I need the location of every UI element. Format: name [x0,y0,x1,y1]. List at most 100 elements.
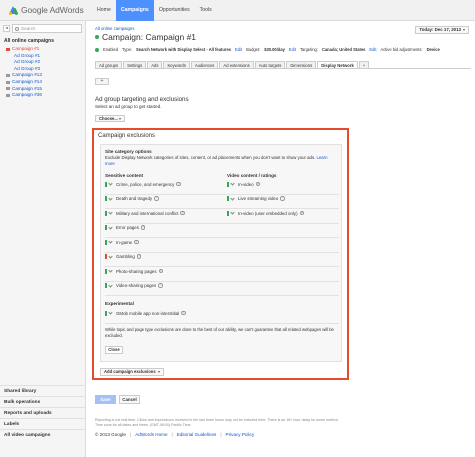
tab-keywords[interactable]: Keywords [163,61,190,68]
exclusion-option[interactable]: Error pages? [105,224,146,231]
tab-ad-extensions[interactable]: Ad extensions [219,61,254,68]
exclusion-option[interactable]: Military and international conflict? [105,210,185,216]
tab-settings[interactable]: Settings [123,61,147,68]
exclusion-option[interactable]: Crime, police, and emergency? [105,181,181,187]
tab-dimensions[interactable]: Dimensions [286,61,317,68]
chevron-down-icon[interactable] [230,195,235,201]
campaign-settings-summary: Enabled Type: Search Network with Displa… [95,47,471,52]
sidebar-campaign-item[interactable]: Campaign #1 [4,46,84,53]
chevron-down-icon[interactable] [108,210,113,215]
help-icon[interactable]: ? [140,225,146,230]
nav-tools[interactable]: Tools [195,0,217,21]
status-indicator-icon [105,254,107,259]
exclusion-option-label: Crime, police, and emergency [116,181,175,187]
type-edit-link[interactable]: Edit [235,47,242,52]
sidebar-item-label: Ad Group #1 [14,52,41,58]
help-icon[interactable]: ? [280,196,285,201]
chevron-down-icon[interactable] [108,268,113,273]
sidebar-search-input[interactable]: Search [12,24,82,33]
save-button[interactable]: Save [95,395,116,404]
chevron-down-icon[interactable] [230,181,235,186]
add-button[interactable]: + [95,78,109,85]
cancel-button[interactable]: Cancel [119,395,140,404]
exclusion-option-label: Error pages [116,225,139,230]
tab-ad-groups[interactable]: Ad groups [95,61,123,68]
sidebar-adgroup-item[interactable]: Ad Group #3 [4,66,84,73]
help-icon[interactable]: ? [176,181,181,187]
chevron-down-icon[interactable] [108,239,113,244]
tree-head-all-campaigns[interactable]: All online campaigns [4,38,54,44]
date-range-button[interactable]: Today: Dec 17, 2013 [415,26,469,34]
sidebar-link-shared-library[interactable]: Shared library [0,385,86,396]
chevron-down-icon[interactable] [108,224,113,230]
targeting-value: Canada; United States [321,47,366,52]
choose-ad-group-button[interactable]: Choose... [95,115,125,122]
help-icon[interactable]: ? [134,239,139,245]
sidebar-adgroup-item[interactable]: Ad Group #2 [4,59,84,66]
exclusion-option[interactable]: Video-sharing pages? [105,282,163,289]
budget-edit-link[interactable]: Edit [289,47,296,52]
exclusions-note: While topic and page type exclusions are… [105,327,334,338]
exclusion-option[interactable]: Photo-sharing pages? [105,268,163,274]
sidebar-item-label: Campaign #1 [12,46,40,51]
sidebar-link-labels[interactable]: Labels [0,418,86,429]
tab-audiences[interactable]: Audiences [190,61,219,68]
chevron-down-icon[interactable] [108,282,113,288]
chevron-down-icon[interactable] [108,310,113,315]
sidebar-campaign-item[interactable]: Campaign #14 [4,79,84,86]
exclusion-option[interactable]: Gambling? [105,253,142,260]
sidebar-campaign-item[interactable]: Campaign #36 [4,92,84,99]
status-indicator-icon [105,239,107,245]
exclusion-option-label: Gambling [116,254,135,259]
exclusion-option[interactable]: In-video? [227,181,261,187]
tab-add[interactable]: + [358,61,370,68]
close-button[interactable]: Close [105,346,123,354]
chevron-down-icon[interactable] [230,210,235,215]
adwords-logo-icon [9,5,19,15]
campaign-tabs: Ad groups Settings Ads Keywords Audiences Ad … [95,61,471,69]
sidebar-link-reports-and-uploads[interactable]: Reports and uploads [0,407,86,418]
exclusion-option[interactable]: GMob mobile app non-interstitial? [105,310,186,316]
sidebar-link-bulk-operations[interactable]: Bulk operations [0,396,86,407]
exclusion-option-label: Photo-sharing pages [116,268,157,274]
footer-link[interactable]: Editorial Guidelines [177,432,217,437]
help-icon[interactable]: ? [154,196,159,201]
bid-label: Active bid adjustments: [380,47,423,52]
footer-link[interactable]: Privacy Policy [226,432,255,437]
adwords-logo[interactable]: Google AdWords [9,5,84,15]
enabled-status-icon [95,47,99,52]
nav-opportunities[interactable]: Opportunities [154,0,195,21]
tab-ads[interactable]: Ads [147,61,163,68]
collapse-sidebar-button[interactable] [3,25,10,32]
chevron-down-icon[interactable] [108,181,113,186]
exclusion-option[interactable]: Live streaming video? [227,195,285,202]
campaign-icon [6,93,10,97]
help-icon[interactable]: ? [255,181,261,187]
tab-display-network[interactable]: Display Network [317,61,358,68]
row-divider [105,322,339,324]
exclusion-option[interactable]: Death and tragedy? [105,195,159,202]
help-icon[interactable]: ? [136,254,142,259]
tab-auto-targets[interactable]: Auto targets [254,61,286,68]
help-icon[interactable]: ? [158,283,163,288]
help-icon[interactable]: ? [299,210,304,216]
sidebar: Search All online campaigns Campaign #1 A… [0,21,86,457]
breadcrumb[interactable]: All online campaigns [95,26,134,31]
exclusion-option[interactable]: In-video (user embedded only)? [227,210,304,216]
sidebar-campaign-item[interactable]: Campaign #15 [4,86,84,93]
help-icon[interactable]: ? [158,268,163,274]
sidebar-link-all-video-campaigns[interactable]: All video campaigns [0,429,86,440]
sidebar-campaign-item[interactable]: Campaign #13 [4,72,84,79]
exclusion-option[interactable]: In-game? [105,239,139,245]
chevron-down-icon[interactable] [108,253,113,259]
nav-campaigns[interactable]: Campaigns [115,0,154,21]
help-icon[interactable]: ? [181,310,186,316]
nav-home[interactable]: Home [92,0,116,21]
targeting-edit-link[interactable]: Edit [369,47,376,52]
status-indicator-icon [227,210,229,216]
add-campaign-exclusions-button[interactable]: Add campaign exclusions [100,368,164,376]
sidebar-adgroup-item[interactable]: Ad Group #1 [4,53,84,60]
help-icon[interactable]: ? [180,210,185,216]
footer-link[interactable]: AdWords Home [135,432,167,437]
chevron-down-icon[interactable] [108,195,113,201]
